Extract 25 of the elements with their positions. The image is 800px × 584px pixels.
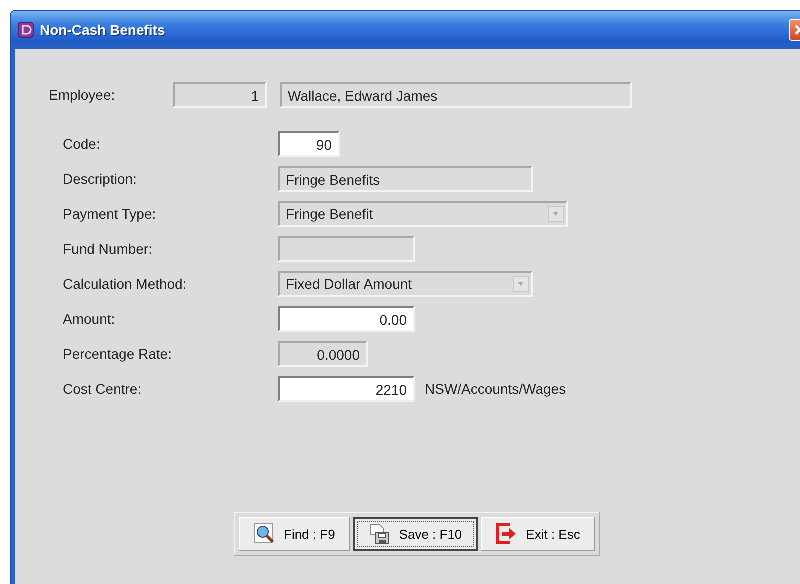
field-label: Payment Type:: [63, 206, 158, 222]
input-field[interactable]: 0.00: [278, 306, 415, 332]
field-label: Fund Number:: [63, 241, 154, 257]
floppy-disk-icon: [369, 523, 392, 545]
field-label: Cost Centre:: [63, 381, 143, 397]
cost-centre-name: NSW/Accounts/Wages: [425, 381, 566, 397]
employee-name-field[interactable]: Wallace, Edward James: [280, 82, 632, 108]
field-label: Calculation Method:: [63, 276, 188, 292]
save-button[interactable]: Save : F10: [353, 517, 478, 551]
window-title: Non-Cash Benefits: [40, 22, 166, 38]
input-field[interactable]: 2210: [278, 376, 415, 402]
caret-icon: [548, 206, 564, 222]
exit-button[interactable]: Exit : Esc: [481, 517, 596, 551]
field-label: Percentage Rate:: [63, 346, 173, 362]
exit-icon: [496, 523, 518, 545]
field-label: Code:: [63, 136, 102, 152]
caret-icon: [513, 276, 529, 292]
field-label: Amount:: [63, 311, 116, 327]
input-field[interactable]: 90: [278, 131, 340, 157]
app-icon: [18, 22, 34, 38]
employee-number-field[interactable]: 1: [173, 82, 267, 108]
field-label: Description:: [63, 171, 138, 187]
search-icon: [254, 523, 276, 545]
employee-label: Employee:: [49, 87, 116, 103]
find-button[interactable]: Find : F9: [239, 517, 350, 551]
